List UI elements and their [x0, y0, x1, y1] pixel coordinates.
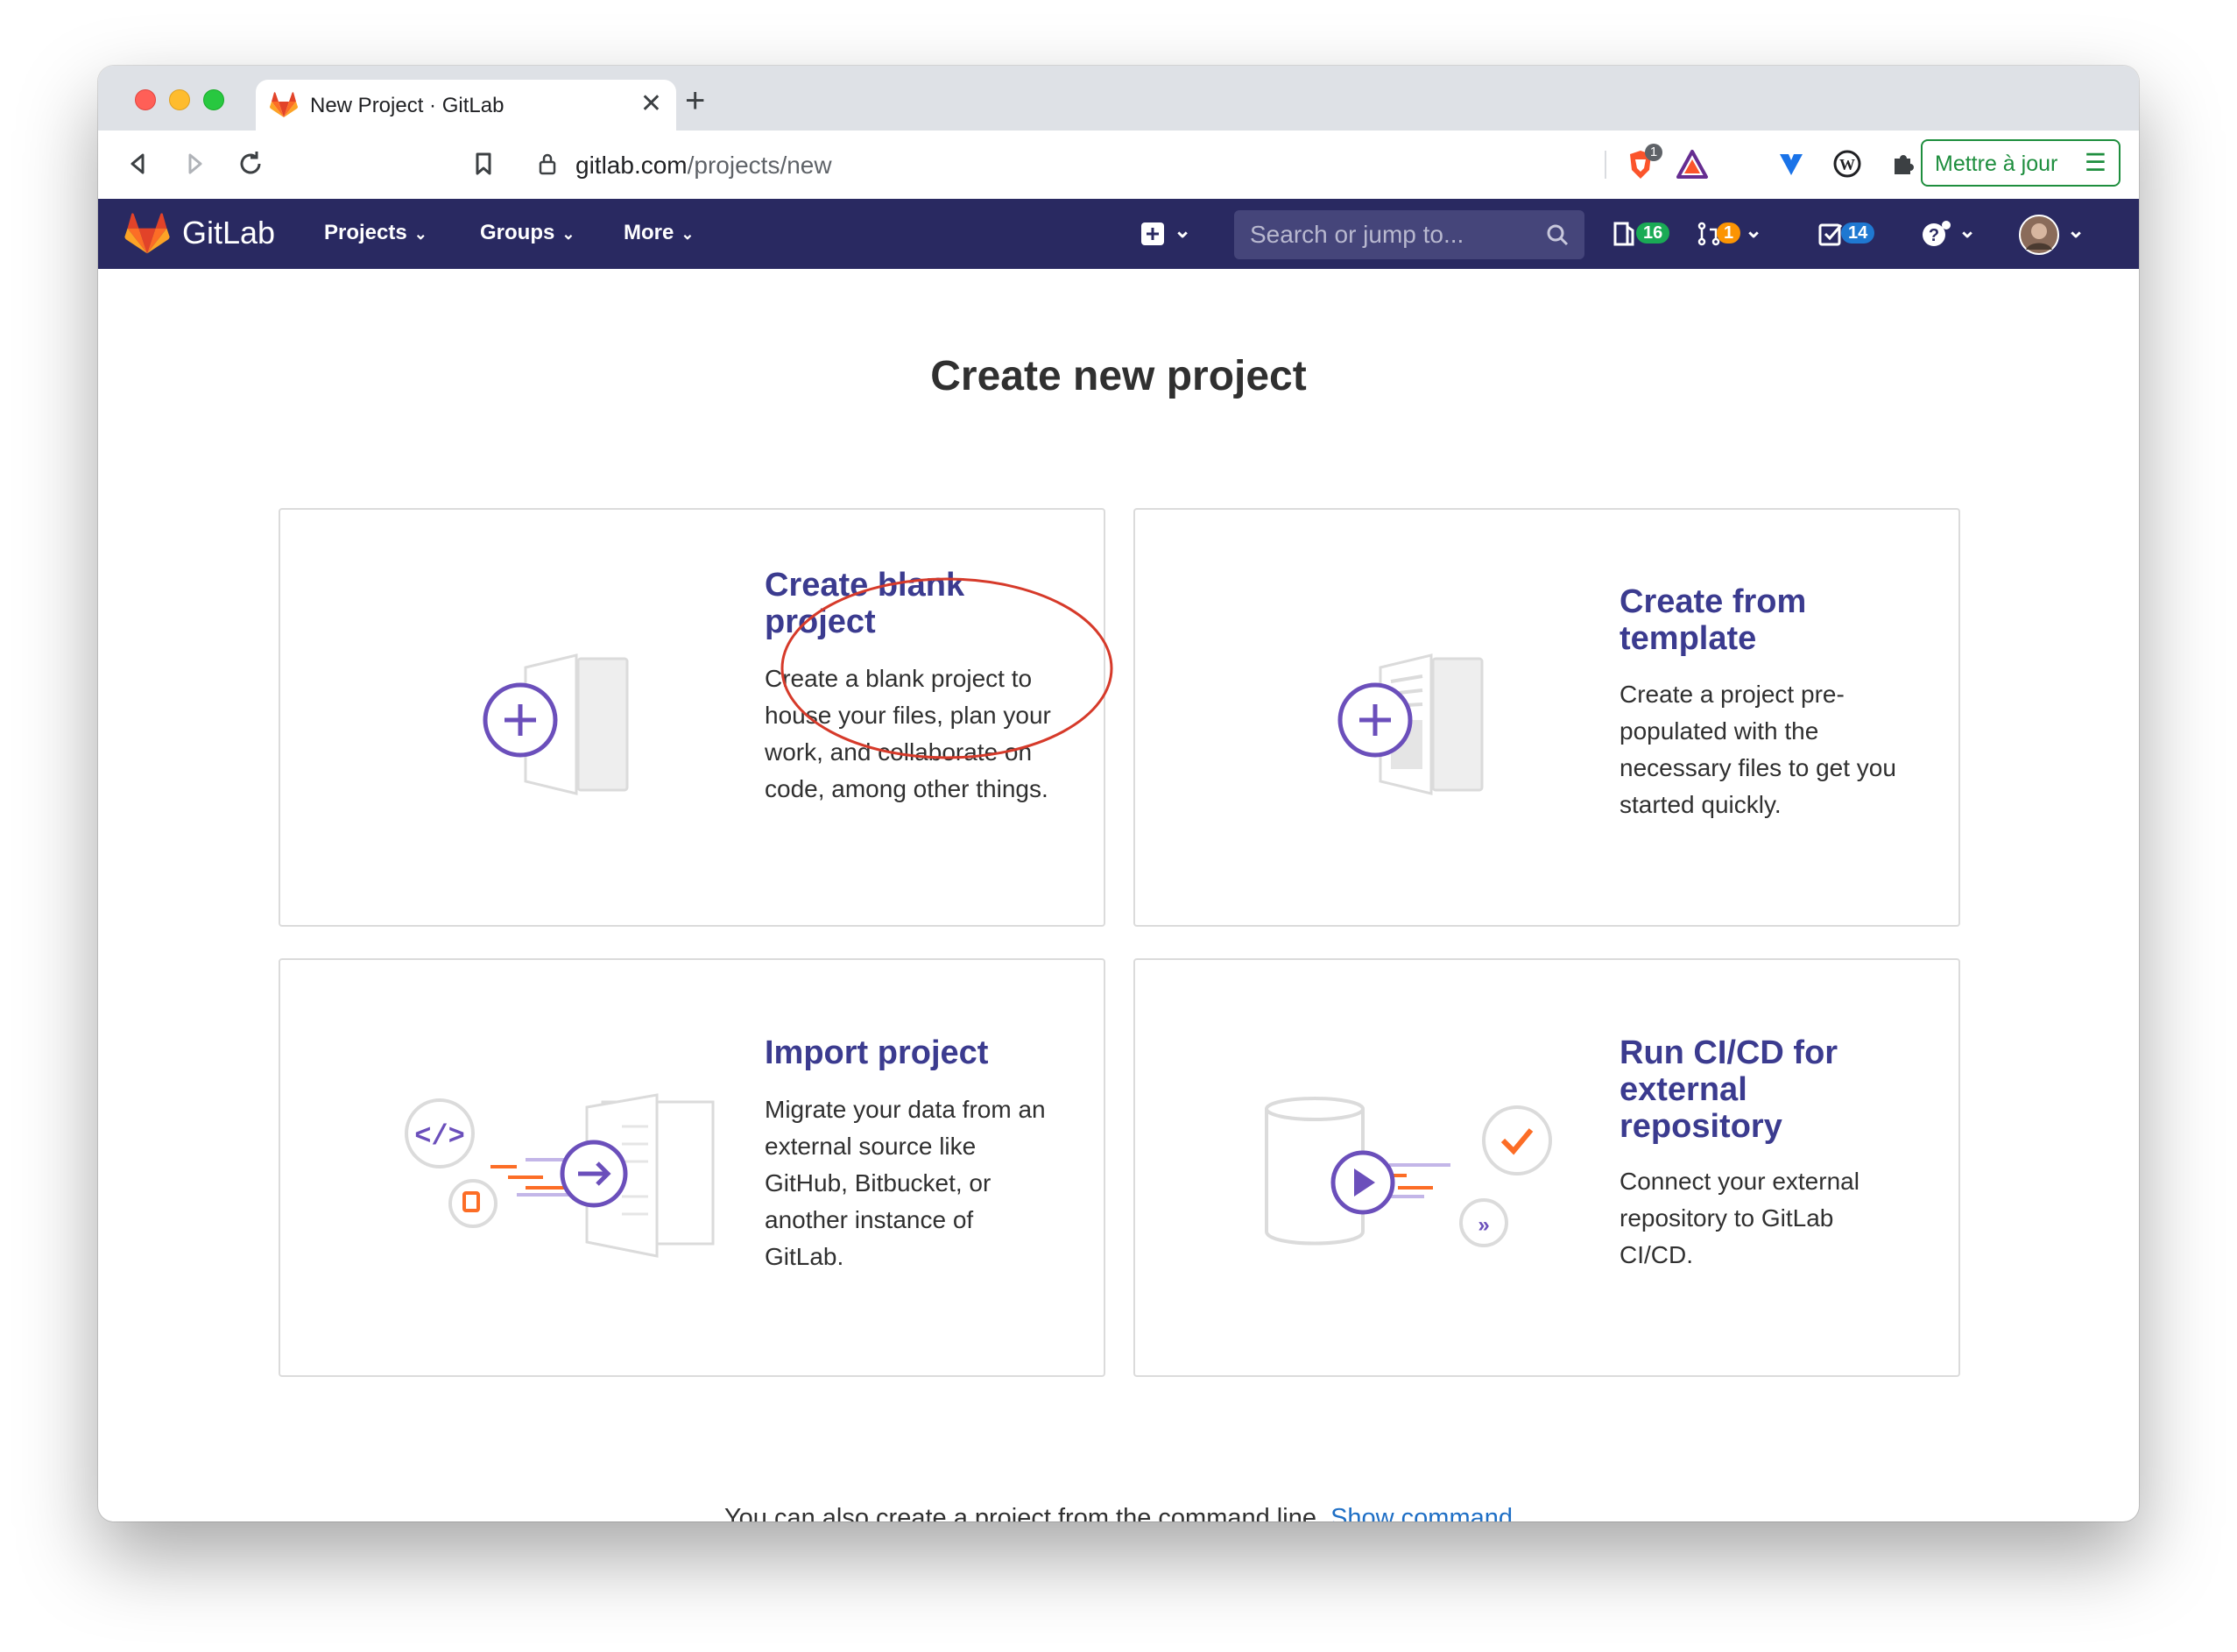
omnibox-divider	[1605, 151, 1606, 179]
search-icon[interactable]	[1546, 223, 1569, 246]
extensions-puzzle-icon[interactable]	[1886, 146, 1921, 181]
browser-toolbar: gitlab.com/projects/new 1 W Mettre à jou…	[98, 131, 2139, 200]
main-content: Create new project Create blank project …	[98, 269, 2139, 1521]
page-title: Create new project	[930, 353, 1307, 399]
annotation-ellipse	[780, 577, 1113, 759]
update-browser-button[interactable]: Mettre à jour ☰	[1921, 139, 2121, 187]
import-project-illustration-icon: </>	[405, 1093, 715, 1258]
search-box[interactable]	[1234, 210, 1584, 259]
browser-window: New Project · GitLab ✕ + gitlab.com/proj…	[98, 66, 2139, 1521]
template-project-illustration-icon	[1337, 653, 1484, 795]
card-description: Create a project pre-populated with the …	[1620, 681, 1896, 818]
window-zoom-button[interactable]	[203, 89, 224, 110]
run-cicd-card[interactable]: » Run CI/CD for external repository Conn…	[1133, 958, 1960, 1377]
cicd-project-illustration-icon: »	[1265, 1097, 1552, 1247]
merge-requests-count-badge: 1	[1717, 222, 1741, 244]
extension-filter-icon[interactable]	[1774, 146, 1809, 181]
browser-tab-active[interactable]: New Project · GitLab ✕	[256, 80, 676, 131]
chevron-down-icon: ⌄	[561, 225, 575, 243]
tab-title: New Project · GitLab	[310, 94, 505, 117]
wordpress-extension-icon[interactable]: W	[1830, 146, 1865, 181]
blank-project-illustration-icon	[483, 653, 629, 795]
svg-text:</>: </>	[414, 1120, 465, 1153]
window-close-button[interactable]	[135, 89, 156, 110]
gitlab-navbar: GitLab Projects⌄ Groups⌄ More⌄ ⌄ 16	[98, 199, 2139, 269]
todos-icon[interactable]	[1818, 222, 1843, 246]
chevron-down-icon[interactable]: ⌄	[1745, 218, 1762, 244]
back-icon[interactable]	[121, 146, 156, 181]
svg-text:»: »	[1478, 1213, 1489, 1237]
card-description: Migrate your data from an external sourc…	[765, 1096, 1046, 1270]
window-minimize-button[interactable]	[169, 89, 190, 110]
new-tab-icon[interactable]: +	[685, 80, 705, 122]
chevron-down-icon: ⌄	[681, 225, 695, 243]
browser-menu-icon: ☰	[2084, 149, 2106, 176]
nav-more-menu[interactable]: More ⌄	[624, 221, 694, 245]
chevron-down-icon[interactable]: ⌄	[1174, 218, 1191, 244]
tab-close-icon[interactable]: ✕	[640, 88, 662, 120]
chevron-down-icon[interactable]: ⌄	[2067, 218, 2085, 244]
chevron-down-icon: ⌄	[413, 225, 427, 243]
brave-shields-badge: 1	[1645, 144, 1662, 161]
issues-icon[interactable]	[1613, 222, 1634, 246]
create-from-template-card[interactable]: Create from template Create a project pr…	[1133, 508, 1960, 927]
card-title[interactable]: Run CI/CD for external repository	[1620, 1034, 1909, 1145]
command-line-hint: You can also create a project from the c…	[98, 1504, 2139, 1521]
help-icon[interactable]: ?	[1920, 220, 1958, 248]
reload-icon[interactable]	[233, 146, 268, 181]
show-command-link[interactable]: Show command	[1330, 1504, 1513, 1521]
bookmark-icon[interactable]	[466, 146, 501, 181]
nav-projects-menu[interactable]: Projects ⌄	[324, 221, 427, 245]
gitlab-favicon-icon	[270, 92, 298, 117]
chevron-down-icon[interactable]: ⌄	[1958, 218, 1976, 244]
svg-text:?: ?	[1929, 226, 1939, 245]
card-title[interactable]: Import project	[765, 1034, 1054, 1071]
gitlab-logo-icon[interactable]	[124, 213, 170, 255]
forward-icon[interactable]	[177, 146, 212, 181]
card-description: Connect your external repository to GitL…	[1620, 1168, 1859, 1268]
svg-text:W: W	[1839, 156, 1855, 173]
import-project-card[interactable]: </> Import project Migrate your data fro…	[279, 958, 1105, 1377]
address-bar[interactable]: gitlab.com/projects/new 1	[521, 140, 1730, 187]
tab-strip: New Project · GitLab ✕ +	[98, 66, 2139, 131]
lock-icon	[539, 153, 556, 175]
update-button-label: Mettre à jour	[1935, 152, 2058, 176]
url-text: gitlab.com/projects/new	[575, 152, 832, 179]
brave-rewards-icon[interactable]	[1676, 149, 1709, 180]
command-line-hint-text: You can also create a project from the c…	[723, 1504, 1324, 1521]
nav-groups-menu[interactable]: Groups ⌄	[480, 221, 575, 245]
user-avatar[interactable]	[2019, 215, 2059, 255]
gitlab-brand-name[interactable]: GitLab	[182, 215, 275, 251]
issues-count-badge: 16	[1636, 222, 1670, 244]
new-item-plus-icon[interactable]	[1140, 222, 1165, 246]
search-input[interactable]	[1234, 210, 1532, 259]
todos-count-badge: 14	[1841, 222, 1875, 244]
card-title[interactable]: Create from template	[1620, 583, 1909, 657]
